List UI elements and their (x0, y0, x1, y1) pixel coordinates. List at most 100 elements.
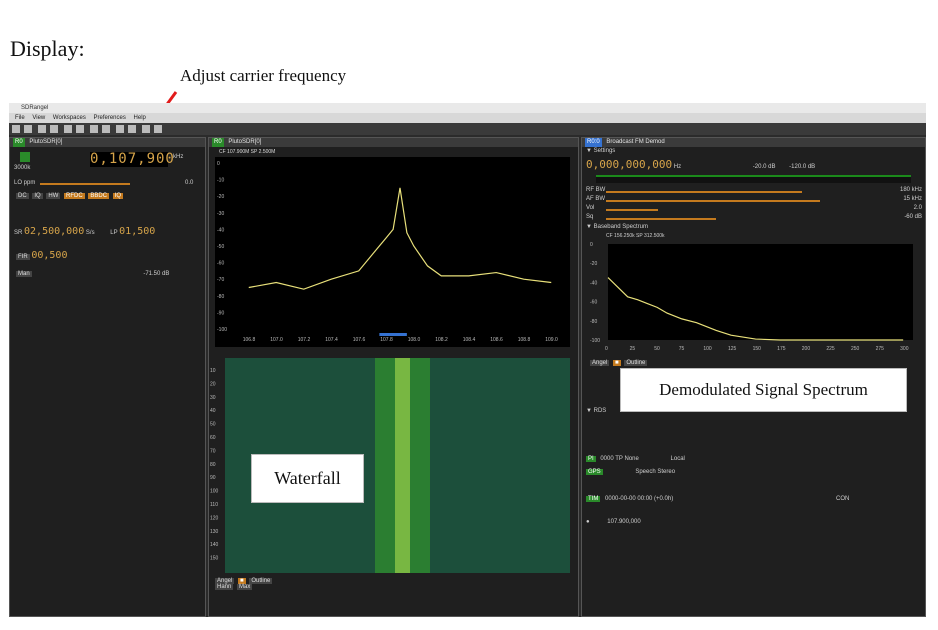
spectrum-controls: Angel ■ Outline Hann Max (213, 578, 573, 608)
center-frequency-display[interactable]: 0,107,900 (90, 152, 174, 167)
sample-rate-readout: 3000k (14, 165, 31, 171)
waterfall-tick: 130 (210, 529, 219, 535)
fir-value[interactable]: 00,500 (31, 250, 67, 261)
spectrum-y-tick: -40 (217, 227, 224, 233)
waterfall-tick: 60 (210, 435, 216, 441)
settings-header[interactable]: ▼ Settings (586, 148, 615, 154)
spectrum-x-tick: 108.4 (463, 337, 476, 343)
fir-button[interactable]: FIR (16, 254, 30, 260)
menu-view[interactable]: View (32, 115, 45, 121)
gain-readout: -71.50 dB (143, 271, 170, 277)
demodulator-panel-header: R0:0 Broadcast FM Demod (582, 138, 925, 147)
pi-value: 0000 (600, 456, 614, 462)
waterfall-tick: 110 (210, 502, 218, 508)
sq-label: Sq (586, 214, 594, 220)
baseband-spectrum-plot[interactable]: 0 -20 -40 -60 -80 -100 0 25 50 75 100 125 150 175 200 2… (588, 240, 918, 355)
menu-help[interactable]: Help (134, 115, 146, 121)
baseband-x-tick: 250 (851, 346, 860, 352)
spectrum-y-tick: -100 (217, 327, 227, 333)
spectrum-plot[interactable]: 0 -10 -20 -30 -40 -50 -60 -70 -80 -90 -100 106.8 107… (215, 157, 570, 347)
spectrum-y-tick: -60 (217, 261, 224, 267)
baseband-header[interactable]: ▼ Baseband Spectrum (586, 224, 648, 230)
record-icon[interactable]: ● (586, 519, 590, 525)
bb-fill-toggle[interactable]: ■ (613, 360, 621, 366)
waterfall-tick: 10 (210, 368, 216, 374)
gain-row: Man -71.50 dB (14, 271, 169, 277)
sr-value[interactable]: 02,500,000 (24, 226, 84, 237)
device-tag: R0 (13, 138, 25, 147)
gps-label: GPS (586, 469, 603, 475)
baseband-y-tick: -20 (590, 261, 597, 267)
dc-button[interactable]: DC (16, 193, 29, 199)
spectrum-x-tick: 108.8 (518, 337, 531, 343)
waterfall-tick: 140 (210, 542, 219, 548)
baseband-x-tick: 50 (654, 346, 660, 352)
rds-header[interactable]: ▼ RDS (586, 408, 606, 414)
baseband-x-tick: 25 (630, 346, 636, 352)
rfdc-button[interactable]: RFDC (64, 193, 85, 199)
spectrum-y-tick: 0 (217, 161, 220, 167)
spectrum-x-tick: 109.0 (545, 337, 558, 343)
level-readout: -20.0 dB (752, 164, 776, 170)
toolbar-button[interactable] (115, 125, 124, 133)
sr-label: SR (14, 230, 23, 236)
rf-bw-slider[interactable] (606, 191, 802, 193)
toolbar-button[interactable] (101, 125, 110, 133)
toolbar-button[interactable] (24, 125, 32, 133)
channel-marker (379, 333, 407, 336)
bbdc-button[interactable]: BBDC (88, 193, 110, 199)
volume-slider[interactable] (606, 209, 658, 211)
hw-button[interactable]: HW (46, 193, 61, 199)
spectrum-x-tick: 107.0 (270, 337, 283, 343)
baseband-x-tick: 175 (777, 346, 786, 352)
spectrum-x-tick: 108.0 (408, 337, 421, 343)
vol-label: Vol (586, 205, 595, 211)
main-spectrum-panel: R0 PlutoSDR[0] CF 107.900M SP 2.500M 0 -1… (208, 137, 579, 617)
af-bw-slider[interactable] (606, 200, 820, 202)
lo-ppm-value: 0.0 (185, 180, 194, 186)
toolbar-button[interactable] (127, 125, 136, 133)
toolbar-button[interactable] (37, 125, 46, 133)
baseband-x-tick: 150 (753, 346, 762, 352)
style-select[interactable]: Outline (249, 578, 273, 584)
speech-label: Speech (635, 469, 656, 475)
spectrum-y-tick: -70 (217, 277, 224, 283)
local-label: Local (670, 456, 685, 462)
menu-preferences[interactable]: Preferences (94, 115, 126, 121)
toolbar-button[interactable] (153, 125, 162, 133)
iq-button[interactable]: IQ (32, 193, 43, 199)
bb-style-select[interactable]: Outline (624, 360, 648, 366)
channel-frequency-display[interactable]: 0,000,000,000 (586, 158, 672, 171)
baseband-info: CF 156.250k SP 312.500k (606, 233, 665, 239)
menu-file[interactable]: File (15, 115, 25, 121)
lp-value[interactable]: 01,500 (119, 226, 155, 237)
baseband-x-tick: 0 (605, 346, 608, 352)
average-mode-select[interactable]: Max (237, 584, 253, 590)
window-select[interactable]: Hann (215, 584, 234, 590)
lo-ppm-slider[interactable] (40, 183, 130, 185)
sr-unit: S/s (85, 230, 95, 236)
stereo-label: Stereo (657, 469, 676, 475)
gain-mode-select[interactable]: Man (16, 271, 32, 277)
waterfall-tick: 50 (210, 422, 216, 428)
toolbar-button[interactable] (49, 125, 58, 133)
start-stop-button[interactable] (20, 152, 30, 162)
gps-row: GPS Speech Stereo (586, 469, 675, 475)
bb-palette-select[interactable]: Angel (590, 360, 610, 366)
tp-label: TP (615, 456, 623, 462)
rf-bw-value: 180 kHz (899, 187, 922, 193)
lo-ppm-label: LO ppm (14, 180, 36, 186)
spectrum-x-tick: 107.6 (353, 337, 366, 343)
toolbar-button[interactable] (89, 125, 98, 133)
pi-label: PI (586, 456, 596, 462)
iq-toggle-button[interactable]: IQ (112, 193, 124, 199)
waterfall-label: Waterfall (251, 454, 364, 503)
menu-workspaces[interactable]: Workspaces (53, 115, 86, 121)
sdrangel-window: SDRangel File View Workspaces Preference… (9, 103, 926, 617)
toolbar-button[interactable] (75, 125, 84, 133)
squelch-slider[interactable] (606, 218, 716, 220)
toolbar-button[interactable] (63, 125, 72, 133)
toolbar-button[interactable] (12, 125, 20, 133)
channel-readout-row: ● 107.900,000 (586, 519, 641, 525)
toolbar-button[interactable] (141, 125, 150, 133)
